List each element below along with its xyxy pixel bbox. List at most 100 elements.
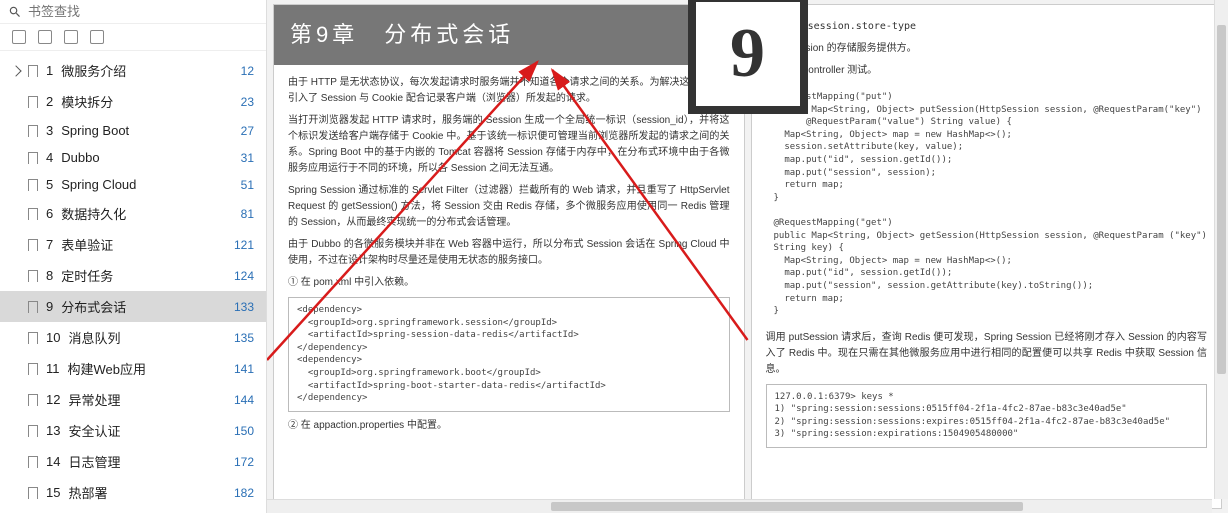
sidebar-item-1[interactable]: 1 微服务介绍 12 (0, 55, 266, 86)
scrollbar-thumb[interactable] (551, 502, 1024, 511)
bookmark-number: 8 (46, 268, 53, 283)
bookmark-number: 10 (46, 330, 60, 345)
step-label: ① 在 pom.xml 中引入依赖。 (288, 275, 730, 291)
document-view: 第9章 分布式会话 由于 HTTP 是无状态协议，每次发起请求时服务端并不知道各… (267, 0, 1228, 513)
bookmark-number: 12 (46, 392, 60, 407)
bookmark-icon (28, 65, 38, 77)
search-row (0, 0, 266, 24)
bookmark-toolbar (0, 24, 266, 51)
bookmark-label: 异常处理 (68, 390, 120, 409)
bookmark-label: Spring Cloud (61, 177, 136, 192)
sidebar-item-14[interactable]: 14 日志管理 172 (0, 446, 266, 477)
bookmark-page: 141 (234, 362, 254, 376)
chapter-number-graphic: 9 (688, 0, 808, 114)
bookmark-number: 4 (46, 150, 53, 165)
body-text: 当打开浏览器发起 HTTP 请求时，服务端的 Session 生成一个全局统一标… (288, 113, 730, 177)
body-text: 由于 Dubbo 的各微服务模块并非在 Web 容器中运行，所以分布式 Sess… (288, 237, 730, 269)
bookmark-label: Spring Boot (61, 123, 129, 138)
sidebar-item-13[interactable]: 13安全认证150 (0, 415, 266, 446)
bookmark-icon (28, 425, 38, 437)
bookmark-number: 9 (46, 299, 53, 314)
bookmark-label: 表单验证 (61, 235, 113, 254)
bookmark-page: 51 (241, 178, 254, 192)
bookmark-icon (28, 125, 38, 137)
sidebar-item-7[interactable]: 7 表单验证 121 (0, 229, 266, 260)
bookmark-label: 分布式会话 (61, 297, 126, 316)
chapter-header: 第9章 分布式会话 (274, 5, 744, 65)
bookmark-page: 12 (241, 64, 254, 78)
bookmark-icon (28, 394, 38, 406)
scrollbar-thumb[interactable] (1217, 25, 1226, 374)
bookmark-icon (28, 332, 38, 344)
bookmark-number: 5 (46, 177, 53, 192)
code-block: @RequestMapping("put") public Map<String… (766, 85, 1208, 324)
expand-all-icon[interactable] (12, 30, 26, 44)
sidebar-item-8[interactable]: 8定时任务124 (0, 260, 266, 291)
sidebar-item-2[interactable]: 2模块拆分23 (0, 86, 266, 117)
bookmark-page: 133 (234, 300, 254, 314)
code-block: 127.0.0.1:6379> keys * 1) "spring:sessio… (766, 384, 1208, 448)
bookmark-label: 微服务介绍 (61, 61, 126, 80)
sidebar-item-12[interactable]: 12 异常处理 144 (0, 384, 266, 415)
bookmark-tree[interactable]: 1 微服务介绍 12 2模块拆分23 3 Spring Boot 27 4 Dubbo 31 5 Sp… (0, 51, 266, 513)
bookmark-number: 6 (46, 206, 53, 221)
step-label: ② 在 appaction.properties 中配置。 (288, 418, 730, 434)
collapse-all-icon[interactable] (38, 30, 52, 44)
page-left: 第9章 分布式会话 由于 HTTP 是无状态协议，每次发起请求时服务端并不知道各… (273, 4, 745, 509)
bookmark-icon (28, 270, 38, 282)
bookmark-label: Dubbo (61, 150, 99, 165)
bookmark-label: 热部署 (68, 483, 107, 502)
bookmark-icon (28, 96, 38, 108)
search-input[interactable] (28, 4, 258, 19)
bookmark-page: 121 (234, 238, 254, 252)
bookmark-label: 安全认证 (68, 421, 120, 440)
chevron-right-icon (12, 65, 22, 76)
sidebar-item-5[interactable]: 5 Spring Cloud 51 (0, 171, 266, 198)
bookmark-label: 消息队列 (68, 328, 120, 347)
sidebar-item-15[interactable]: 15 热部署 182 (0, 477, 266, 508)
property-name: spring.session.store-type (766, 19, 1208, 35)
code-block: <dependency> <groupId>org.springframewor… (288, 297, 730, 412)
bookmark-label: 日志管理 (68, 452, 120, 471)
bookmark-icon (28, 152, 38, 164)
bookmark-number: 1 (46, 63, 53, 78)
sidebar-item-4[interactable]: 4 Dubbo 31 (0, 144, 266, 171)
sidebar-item-10[interactable]: 10 消息队列 135 (0, 322, 266, 353)
bookmark-label: 模块拆分 (61, 92, 113, 111)
bookmark-icon (28, 179, 38, 191)
bookmark-number: 3 (46, 123, 53, 138)
bookmark-label: 构建Web应用 (68, 359, 147, 378)
body-text: 调用 putSession 请求后，查询 Redis 便可发现，Spring S… (766, 330, 1208, 378)
sidebar-item-3[interactable]: 3 Spring Boot 27 (0, 117, 266, 144)
bookmark-page: 172 (234, 455, 254, 469)
bookmark-icon (28, 239, 38, 251)
bookmark-icon (28, 301, 38, 313)
body-text: 由于 HTTP 是无状态协议，每次发起请求时服务端并不知道各个请求之间的关系。为… (288, 75, 730, 107)
sidebar-item-9[interactable]: 9 分布式会话 133 (0, 291, 266, 322)
bookmark-page: 31 (241, 151, 254, 165)
bookmark-icon[interactable] (90, 30, 104, 44)
bookmark-page: 182 (234, 486, 254, 500)
view-icon[interactable] (64, 30, 78, 44)
sidebar-item-6[interactable]: 6数据持久化81 (0, 198, 266, 229)
scrollbar-horizontal[interactable] (267, 499, 1212, 513)
bookmark-page: 27 (241, 124, 254, 138)
bookmark-number: 14 (46, 454, 60, 469)
body-text: Spring Session 通过标准的 Servlet Filter（过滤器）… (288, 183, 730, 231)
chapter-title: 第9章 分布式会话 (290, 17, 514, 52)
sidebar-item-11[interactable]: 11构建Web应用141 (0, 353, 266, 384)
bookmark-page: 144 (234, 393, 254, 407)
bookmark-icon (28, 487, 38, 499)
bookmark-page: 81 (241, 207, 254, 221)
scrollbar-vertical[interactable] (1214, 0, 1228, 499)
bookmark-icon (28, 456, 38, 468)
body-text: 指定 Session 的存储服务提供方。 (766, 41, 1208, 57)
step-label: ③ 编写 Controller 测试。 (766, 63, 1208, 79)
bookmark-number: 15 (46, 485, 60, 500)
bookmark-page: 150 (234, 424, 254, 438)
bookmark-page: 135 (234, 331, 254, 345)
page-right: spring.session.store-type 指定 Session 的存储… (751, 4, 1223, 509)
bookmark-page: 124 (234, 269, 254, 283)
bookmark-number: 7 (46, 237, 53, 252)
bookmark-panel: 1 微服务介绍 12 2模块拆分23 3 Spring Boot 27 4 Dubbo 31 5 Sp… (0, 0, 267, 513)
